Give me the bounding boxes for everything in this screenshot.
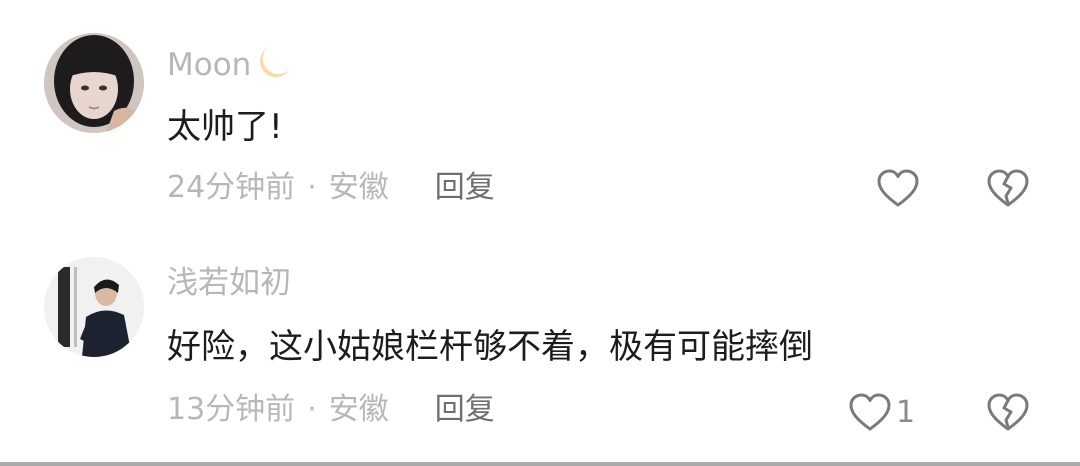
avatar[interactable] bbox=[44, 257, 144, 357]
comment-text: 好险，这小姑娘栏杆够不着，极有可能摔倒 bbox=[167, 327, 813, 367]
timestamp: 13分钟前 bbox=[167, 392, 296, 427]
like-count: 1 bbox=[896, 395, 916, 430]
location: 安徽 bbox=[328, 392, 389, 427]
comment-item: Moon 太帅了! 24分钟前 · 安徽 回复 bbox=[0, 0, 1080, 230]
broken-heart-icon bbox=[987, 393, 1029, 431]
separator-dot: · bbox=[307, 392, 317, 427]
timestamp: 24分钟前 bbox=[167, 170, 296, 205]
reply-button[interactable]: 回复 bbox=[435, 173, 495, 203]
comment-list: Moon 太帅了! 24分钟前 · 安徽 回复 浅若如初 好险，这小姑娘栏杆够不… bbox=[0, 0, 1080, 466]
dislike-button[interactable] bbox=[986, 169, 1030, 213]
avatar-image bbox=[44, 33, 144, 133]
location: 安徽 bbox=[328, 170, 389, 205]
like-button[interactable] bbox=[876, 169, 924, 209]
bottom-divider bbox=[0, 462, 1080, 466]
avatar[interactable] bbox=[44, 33, 144, 133]
like-button[interactable]: 1 bbox=[848, 393, 915, 433]
reply-button[interactable]: 回复 bbox=[435, 395, 495, 425]
broken-heart-icon bbox=[987, 169, 1029, 207]
comment-meta: 24分钟前 · 安徽 回复 bbox=[167, 173, 495, 203]
username[interactable]: Moon bbox=[167, 45, 293, 87]
username[interactable]: 浅若如初 bbox=[167, 268, 291, 299]
dislike-button[interactable] bbox=[986, 393, 1030, 437]
comment-text: 太帅了! bbox=[167, 107, 283, 147]
separator-dot: · bbox=[307, 170, 317, 205]
comment-meta: 13分钟前 · 安徽 回复 bbox=[167, 395, 495, 425]
crescent-moon-icon bbox=[253, 45, 293, 87]
heart-outline-icon bbox=[877, 169, 919, 207]
username-text: Moon bbox=[167, 47, 252, 83]
heart-outline-icon bbox=[849, 393, 891, 431]
comment-item: 浅若如初 好险，这小姑娘栏杆够不着，极有可能摔倒 13分钟前 · 安徽 回复 1 bbox=[0, 230, 1080, 466]
username-text: 浅若如初 bbox=[167, 265, 291, 301]
avatar-image bbox=[44, 257, 144, 357]
